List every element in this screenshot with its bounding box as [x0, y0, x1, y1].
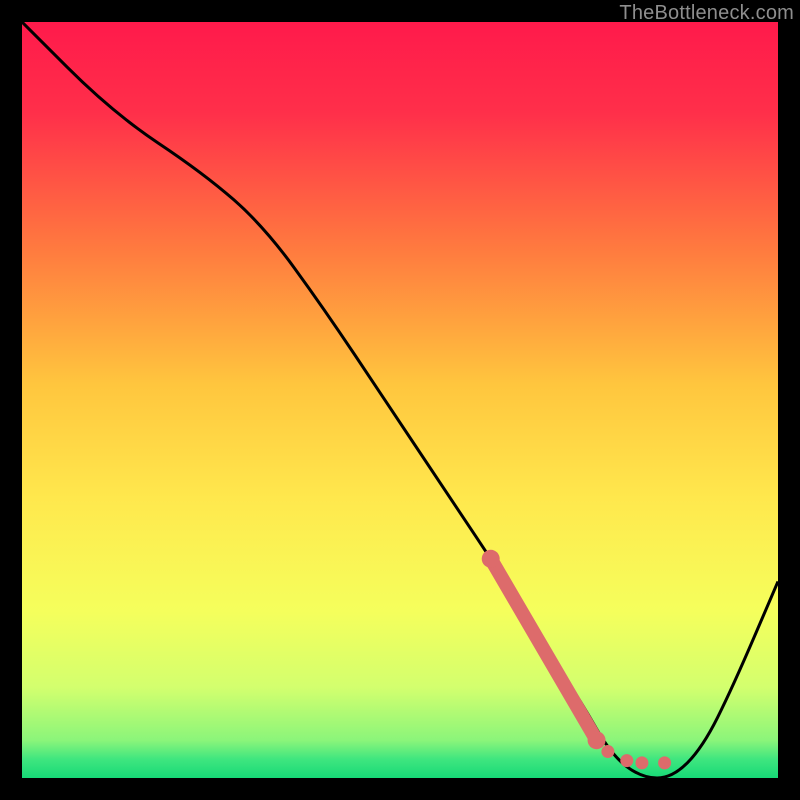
highlight-dot: [658, 756, 671, 769]
chart-frame: TheBottleneck.com: [0, 0, 800, 800]
highlight-dot: [601, 745, 614, 758]
chart-plot-area: [22, 22, 778, 778]
gradient-background: [22, 22, 778, 778]
highlight-dot: [620, 754, 633, 767]
watermark-text: TheBottleneck.com: [619, 2, 794, 25]
highlight-start-cap: [482, 550, 500, 568]
chart-svg: [22, 22, 778, 778]
highlight-dot: [635, 756, 648, 769]
highlight-end-cap: [588, 731, 606, 749]
